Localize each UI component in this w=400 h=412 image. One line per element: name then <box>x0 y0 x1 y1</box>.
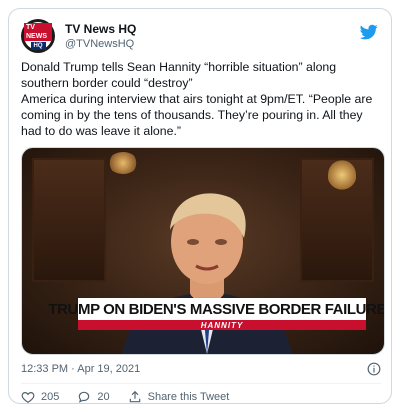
info-icon[interactable] <box>367 362 381 376</box>
share-button[interactable]: Share this Tweet <box>128 390 230 404</box>
logo-top-text: TV NEWS <box>24 22 52 41</box>
twitter-bird-icon[interactable] <box>359 23 379 41</box>
account-name[interactable]: TV News HQ <box>65 22 136 36</box>
tweet-text: Donald Trump tells Sean Hannity “horribl… <box>21 60 373 138</box>
account-avatar[interactable]: TV NEWS HQ <box>21 19 55 53</box>
reply-count: 20 <box>97 391 110 403</box>
account-handle[interactable]: @TVNewsHQ <box>65 38 134 50</box>
lamp-light <box>328 160 356 190</box>
show-name-bar: HANNITY <box>78 320 366 330</box>
chandelier-light <box>108 152 138 174</box>
tweet-card: TV NEWS HQ TV News HQ @TVNewsHQ Donald T… <box>8 8 392 404</box>
share-icon <box>129 390 140 403</box>
reply-button[interactable]: 20 <box>77 390 110 404</box>
tweet-actions: 205 20 Share this Tweet <box>21 389 247 405</box>
like-count: 205 <box>41 391 60 403</box>
tweet-video-thumbnail[interactable]: TRUMP ON BIDEN'S MASSIVE BORDER FAILURES… <box>21 147 385 355</box>
show-name: HANNITY <box>200 320 244 330</box>
heart-icon <box>21 392 35 403</box>
chyron-text: TRUMP ON BIDEN'S MASSIVE BORDER FAILURES <box>48 300 385 318</box>
like-button[interactable]: 205 <box>21 390 59 404</box>
background-panel-left <box>32 158 106 282</box>
logo-bottom-text: HQ <box>30 41 46 50</box>
share-label: Share this Tweet <box>147 391 230 403</box>
tweet-timestamp[interactable]: 12:33 PM · Apr 19, 2021 <box>21 363 140 375</box>
avatar-logo: TV NEWS HQ <box>24 22 52 50</box>
tweet-header: TV NEWS HQ TV News HQ @TVNewsHQ <box>21 19 381 55</box>
divider <box>21 383 381 384</box>
tweet-meta: 12:33 PM · Apr 19, 2021 <box>21 362 383 379</box>
news-chyron: TRUMP ON BIDEN'S MASSIVE BORDER FAILURES <box>48 298 384 320</box>
reply-icon <box>79 391 90 403</box>
